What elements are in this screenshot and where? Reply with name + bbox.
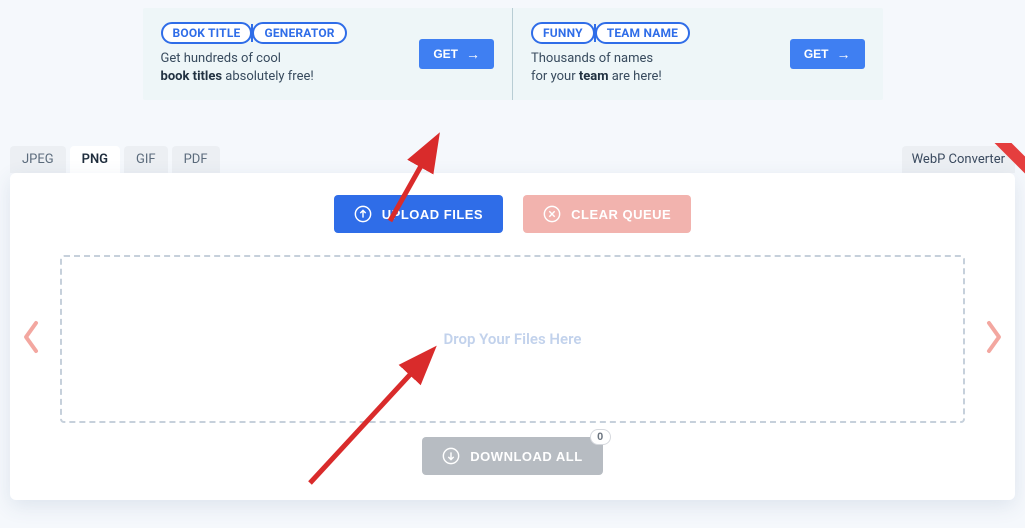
download-all-button[interactable]: Download All 0 — [422, 437, 602, 475]
main-panel: Upload Files Clear Queue Drop Your Files… — [10, 173, 1015, 500]
pill-separator-icon — [594, 24, 596, 42]
carousel-prev-button[interactable] — [22, 319, 42, 355]
ad-right[interactable]: FUNNY TEAM NAME Thousands of names for y… — [513, 8, 883, 100]
ad-right-text: Thousands of names for your team are her… — [531, 50, 690, 85]
ad-left-bold: book titles — [161, 69, 223, 84]
pill-separator-icon — [251, 24, 253, 42]
download-icon — [442, 447, 460, 465]
clear-icon — [543, 205, 561, 223]
action-buttons-row: Upload Files Clear Queue — [10, 195, 1015, 233]
pill-generator: GENERATOR — [252, 22, 346, 44]
arrow-right-icon: → — [837, 46, 851, 62]
ad-left-pills: BOOK TITLE GENERATOR — [161, 22, 347, 44]
clear-queue-button[interactable]: Clear Queue — [523, 195, 691, 233]
ad-right-line2: are here! — [608, 69, 661, 84]
ad-right-content: FUNNY TEAM NAME Thousands of names for y… — [531, 22, 690, 85]
ad-left-get-label: GET — [433, 47, 458, 61]
ad-right-get-button[interactable]: GET → — [790, 39, 865, 69]
ad-right-line1: Thousands of names — [531, 51, 653, 66]
upload-icon — [354, 205, 372, 223]
arrow-right-icon: → — [466, 46, 480, 62]
chevron-left-icon — [22, 319, 42, 355]
upload-files-label: Upload Files — [382, 207, 483, 222]
tab-webp-label: WebP Converter — [912, 152, 1005, 167]
download-row: Download All 0 — [10, 437, 1015, 475]
ad-left-text: Get hundreds of cool book titles absolut… — [161, 50, 347, 85]
tab-pdf[interactable]: PDF — [172, 146, 220, 173]
clear-queue-label: Clear Queue — [571, 207, 671, 222]
format-tabs: JPEG PNG GIF PDF WebP Converter — [0, 146, 1025, 173]
ad-right-pre: for your — [531, 69, 579, 84]
download-count-badge: 0 — [590, 429, 611, 445]
upload-files-button[interactable]: Upload Files — [334, 195, 503, 233]
ad-right-bold: team — [579, 69, 609, 84]
ad-right-get-label: GET — [804, 47, 829, 61]
carousel-next-button[interactable] — [983, 319, 1003, 355]
dropzone-text: Drop Your Files Here — [444, 330, 582, 348]
ad-left[interactable]: BOOK TITLE GENERATOR Get hundreds of coo… — [143, 8, 514, 100]
ad-left-content: BOOK TITLE GENERATOR Get hundreds of coo… — [161, 22, 347, 85]
ad-banner: BOOK TITLE GENERATOR Get hundreds of coo… — [143, 8, 883, 100]
pill-funny: FUNNY — [531, 22, 595, 44]
tab-jpeg[interactable]: JPEG — [10, 146, 66, 173]
ad-left-line1: Get hundreds of cool — [161, 51, 281, 66]
ad-left-get-button[interactable]: GET → — [419, 39, 494, 69]
dropzone[interactable]: Drop Your Files Here — [60, 255, 965, 423]
new-ribbon-icon — [992, 143, 1025, 177]
tab-gif[interactable]: GIF — [124, 146, 168, 173]
pill-team-name: TEAM NAME — [595, 22, 690, 44]
tab-webp-converter[interactable]: WebP Converter — [902, 146, 1015, 173]
pill-book-title: BOOK TITLE — [161, 22, 253, 44]
ad-left-line2: absolutely free! — [222, 69, 314, 84]
tab-png[interactable]: PNG — [70, 146, 120, 173]
download-all-label: Download All — [470, 449, 582, 464]
ad-right-pills: FUNNY TEAM NAME — [531, 22, 690, 44]
chevron-right-icon — [983, 319, 1003, 355]
